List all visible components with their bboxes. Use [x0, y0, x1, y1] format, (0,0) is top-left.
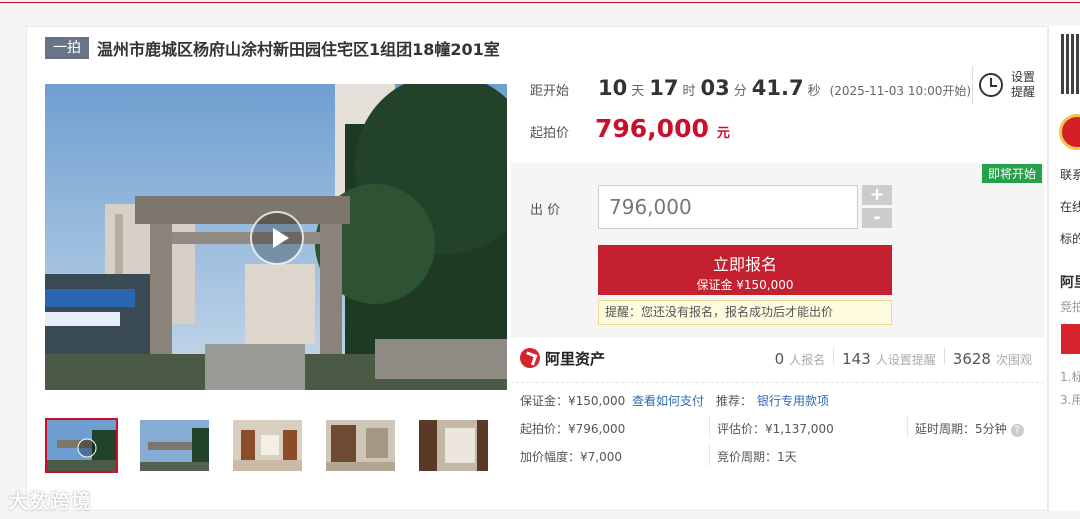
start-price-info: 起拍价：¥796,000	[520, 422, 626, 436]
reminder-count: 143	[842, 350, 871, 368]
deposit-info: 保证金：¥150,000	[520, 394, 626, 408]
decrease-bid-button[interactable]: -	[862, 208, 892, 228]
view-count-label: 次围观	[995, 353, 1032, 367]
reminder-label-line2: 提醒	[1011, 85, 1036, 99]
title-row: 一拍 温州市鹿城区杨府山涂村新田园住宅区1组团18幢201室	[45, 37, 500, 59]
play-video-button[interactable]	[250, 211, 304, 265]
info-divider	[709, 416, 710, 438]
signup-label: 立即报名	[712, 255, 777, 274]
qr-code-icon	[1061, 34, 1080, 94]
countdown-seconds: 41.7	[751, 76, 804, 100]
right-panel: 联系 在线 标的 阿里 竞拍 1.标 3.用	[1048, 26, 1080, 511]
bid-panel: 即将开始 出 价 796,000 + - 立即报名 保证金 ¥150,000 提…	[511, 163, 1044, 338]
question-icon[interactable]: ?	[1010, 424, 1024, 437]
hours-unit: 时	[682, 84, 696, 99]
brand-text: 阿里	[1060, 275, 1080, 291]
watermark-logo: 大数跨境	[8, 489, 92, 513]
status-badge: 即将开始	[981, 164, 1042, 183]
extension-info-text: 延时周期：5分钟	[915, 422, 1007, 436]
thumbnail-5-image	[419, 420, 488, 471]
appraisal-info: 评估价：¥1,137,000	[717, 422, 834, 436]
signup-count: 0	[774, 350, 785, 368]
tip-item-3: 3.用	[1060, 393, 1080, 407]
stats-divider	[943, 348, 945, 364]
bid-amount-input[interactable]: 796,000	[598, 185, 858, 229]
start-price-label: 起拍价	[530, 126, 570, 141]
auction-stats: 0 人报名 143 人设置提醒 3628 次围观	[775, 348, 1040, 368]
thumbnail-4[interactable]	[324, 418, 397, 473]
thumbnail-2[interactable]	[138, 418, 211, 473]
bank-funds-link[interactable]: 银行专用款项	[757, 392, 829, 409]
how-to-pay-link[interactable]: 查看如何支付	[632, 392, 704, 409]
details-divider	[511, 382, 1044, 383]
auction-round-tag: 一拍	[45, 37, 89, 59]
court-seal-icon	[1059, 114, 1080, 150]
increment-info: 加价幅度：¥7,000	[520, 450, 622, 464]
reminder-label: 设置 提醒	[1011, 70, 1035, 100]
signup-count-label: 人报名	[789, 353, 826, 367]
countdown-label: 距开始	[530, 84, 570, 99]
deposit-label: 保证金 ¥150,000	[696, 278, 794, 292]
alarm-clock-icon	[979, 73, 1003, 97]
countdown-days: 10	[598, 76, 628, 100]
main-property-photo[interactable]	[45, 84, 507, 390]
stats-divider	[833, 348, 835, 364]
increase-bid-button[interactable]: +	[862, 185, 892, 205]
countdown-hours: 17	[649, 76, 679, 100]
signup-now-button[interactable]: 立即报名 保证金 ¥150,000	[598, 245, 892, 295]
view-count: 3628	[952, 350, 991, 368]
days-unit: 天	[631, 84, 645, 99]
start-price-row: 起拍价 796,000 元	[530, 114, 730, 143]
countdown-row: 距开始 10 天 17 时 03 分 41.7 秒 (2025-11-03 10…	[530, 76, 971, 100]
page-title: 温州市鹿城区杨府山涂村新田园住宅区1组团18幢201室	[97, 40, 500, 59]
bank-funds-link-text[interactable]: 银行专用款项	[757, 394, 829, 408]
start-price-unit: 元	[716, 126, 730, 141]
brand-sub-text: 竞拍	[1060, 300, 1080, 314]
start-time: (2025-11-03 10:00开始)	[829, 84, 972, 98]
thumbnail-5[interactable]	[417, 418, 490, 473]
thumbnail-3-image	[233, 420, 302, 471]
recommend-label: 推荐：	[716, 394, 753, 408]
minutes-unit: 分	[733, 84, 747, 99]
reminder-label-line1: 设置	[1011, 70, 1036, 84]
top-accent-line	[0, 0, 1080, 3]
thumbnail-strip	[45, 418, 490, 473]
thumbnail-4-image	[326, 420, 395, 471]
platform-name: 阿里资产	[545, 349, 606, 368]
thumbnail-1-image	[47, 420, 116, 471]
thumbnail-1[interactable]	[45, 418, 118, 473]
start-price-value: 796,000	[595, 114, 709, 143]
alibaba-asset-logo-icon	[520, 348, 540, 368]
how-to-pay-link-text[interactable]: 查看如何支付	[632, 394, 704, 408]
info-divider	[907, 416, 908, 438]
subject-text: 标的	[1060, 232, 1080, 246]
cycle-info: 竞价周期：1天	[717, 450, 797, 464]
bid-label: 出 价	[530, 203, 561, 218]
countdown-minutes: 03	[700, 76, 730, 100]
signup-notice: 提醒：您还没有报名，报名成功后才能出价	[598, 300, 892, 325]
right-panel-button[interactable]	[1061, 324, 1080, 354]
contact-text: 联系	[1060, 168, 1080, 182]
thumbnail-3[interactable]	[231, 418, 304, 473]
seconds-unit: 秒	[807, 84, 821, 99]
extension-info: 延时周期：5分钟?	[915, 420, 1024, 437]
thumbnail-2-image	[140, 420, 209, 471]
info-divider	[709, 444, 710, 466]
set-reminder-button[interactable]: 设置 提醒	[972, 66, 1038, 104]
reminder-count-label: 人设置提醒	[875, 353, 936, 367]
platform-row: 阿里资产 0 人报名 143 人设置提醒 3628 次围观	[520, 343, 1040, 373]
tip-item-1: 1.标	[1060, 370, 1080, 384]
online-text[interactable]: 在线	[1060, 198, 1080, 215]
